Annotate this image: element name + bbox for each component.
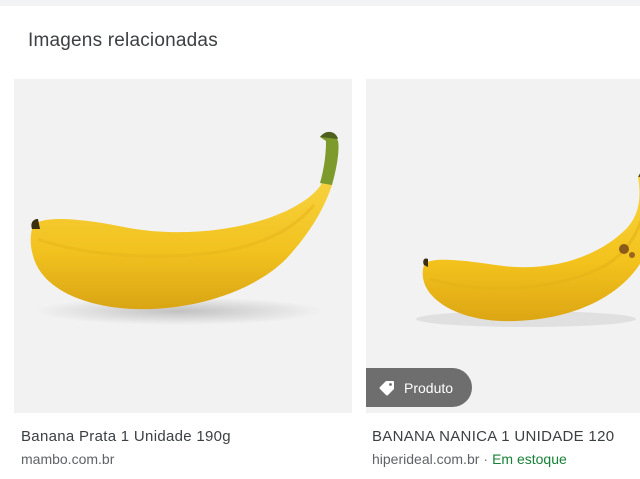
source-domain: hiperideal.com.br [372,451,480,467]
meta-separator: · [483,451,489,467]
tag-icon [378,379,396,397]
card-source: hiperideal.com.br · Em estoque [372,451,567,467]
top-divider [0,0,640,6]
card-title[interactable]: BANANA NANICA 1 UNIDADE 120 [372,428,614,445]
section-title: Imagens relacionadas [28,30,218,51]
source-domain: mambo.com.br [21,451,115,467]
card-thumbnail[interactable] [14,79,352,413]
banana-image [416,173,640,327]
card-thumbnail[interactable]: Produto [366,79,640,413]
related-image-card[interactable]: Banana Prata 1 Unidade 190g mambo.com.br [14,79,352,479]
availability-status: Em estoque [492,451,567,467]
related-images-page: Imagens relacionadas Banana Prata 1 Unid… [0,0,640,479]
card-title[interactable]: Banana Prata 1 Unidade 190g [21,428,231,445]
related-image-card[interactable]: Produto BANANA NANICA 1 UNIDADE 120 hipe… [366,79,640,479]
card-source: mambo.com.br [21,451,114,467]
banana-image [30,131,339,325]
product-chip[interactable]: Produto [366,368,472,407]
product-chip-label: Produto [404,379,454,396]
